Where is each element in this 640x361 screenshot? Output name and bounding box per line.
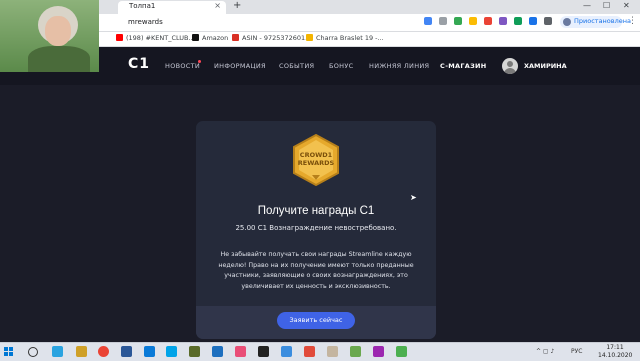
app-icon[interactable] <box>396 346 407 357</box>
app-icon[interactable] <box>373 346 384 357</box>
crowd1-rewards-badge-icon: CROWD1 REWARDS <box>292 133 340 187</box>
address-bar[interactable]: mrewards <box>128 18 163 26</box>
bookmark-star-icon[interactable] <box>439 17 447 25</box>
rewards-card: CROWD1 REWARDS Получите награды C1 25.00… <box>196 121 436 339</box>
tab-title: Толпа1 <box>129 2 156 10</box>
explorer-icon[interactable] <box>76 346 87 357</box>
minimize-button[interactable]: — <box>583 1 591 10</box>
profile-label: Приостановлена <box>574 17 632 25</box>
nav-item-news[interactable]: НОВОСТИ <box>165 62 200 70</box>
rewards-description: Не забывайте получать свои награды Strea… <box>218 251 414 290</box>
extension-icon[interactable] <box>499 17 507 25</box>
app-icon[interactable] <box>235 346 246 357</box>
windows-start-icon[interactable] <box>4 347 14 357</box>
app-icon[interactable] <box>189 346 200 357</box>
app-icon[interactable] <box>258 346 269 357</box>
webcam-overlay <box>0 0 99 72</box>
bookmark-item[interactable]: (198) #KENT_CLUB... <box>116 34 195 42</box>
avatar[interactable] <box>502 58 518 74</box>
nav-item-events[interactable]: СОБЫТИЯ <box>279 62 314 70</box>
tray-icons[interactable]: ^ ▢ ♪ <box>536 348 554 355</box>
mouse-cursor-icon: ➤ <box>410 193 417 202</box>
user-icon-body <box>504 68 516 74</box>
translate-icon[interactable] <box>424 17 432 25</box>
search-icon[interactable] <box>28 347 38 357</box>
clock-time: 17:11 <box>606 344 624 351</box>
browser-menu-icon[interactable]: ⋮ <box>628 16 637 26</box>
amazon-icon <box>192 34 199 41</box>
extension-icon[interactable] <box>514 17 522 25</box>
new-tab-button[interactable]: + <box>233 0 241 11</box>
language-indicator[interactable]: РУС <box>571 348 582 355</box>
taskbar: ^ ▢ ♪ РУС 17:11 14.10.2020 <box>0 342 640 361</box>
nav-item-bottom-line[interactable]: НИЖНЯЯ ЛИНИЯ <box>369 62 429 70</box>
app-icon[interactable] <box>304 346 315 357</box>
extension-icon[interactable] <box>469 17 477 25</box>
nav-item-info[interactable]: ИНФОРМАЦИЯ <box>214 62 266 70</box>
clock-date: 14.10.2020 <box>598 352 633 359</box>
bookmark-label: Amazon <box>202 34 229 42</box>
badge-line-1: CROWD1 <box>299 151 333 159</box>
app-icon[interactable] <box>350 346 361 357</box>
nav-item-c-shop[interactable]: C-МАГАЗИН <box>440 62 487 70</box>
user-icon <box>507 61 513 67</box>
telegram-icon[interactable] <box>52 346 63 357</box>
rewards-amount: 25.00 C1 Вознаграждение невостребовано. <box>235 224 397 232</box>
puzzle-icon[interactable] <box>544 17 552 25</box>
profile-avatar-icon <box>563 18 571 26</box>
username[interactable]: ХАМИРИНА <box>524 62 567 70</box>
gmail-icon <box>232 34 239 41</box>
webcam-person-body <box>28 46 90 72</box>
extension-icon[interactable] <box>454 17 462 25</box>
notification-dot <box>198 60 201 63</box>
extension-icon[interactable] <box>529 17 537 25</box>
app-icon[interactable] <box>327 346 338 357</box>
bookmark-label: ASIN - 9725372601... <box>242 34 312 42</box>
site-logo[interactable]: C1 <box>128 56 150 72</box>
app-icon[interactable] <box>281 346 292 357</box>
chrome-icon[interactable] <box>98 346 109 357</box>
webcam-person-face <box>45 16 71 46</box>
bookmark-label: (198) #KENT_CLUB... <box>126 34 195 42</box>
tab-close-icon[interactable]: × <box>214 1 221 10</box>
drive-icon <box>306 34 313 41</box>
youtube-icon <box>116 34 123 41</box>
maximize-button[interactable]: ☐ <box>603 1 610 10</box>
close-window-button[interactable]: ✕ <box>623 1 630 10</box>
app-icon[interactable] <box>212 346 223 357</box>
badge-line-2: REWARDS <box>297 159 335 167</box>
rewards-title: Получите награды C1 <box>257 205 375 217</box>
skype-icon[interactable] <box>166 346 177 357</box>
bookmark-label: Charra Braslet 19 -... <box>316 34 384 42</box>
bookmark-item[interactable]: Amazon <box>192 34 228 42</box>
claim-now-button[interactable]: Заявить сейчас <box>277 312 355 329</box>
bookmark-item[interactable]: ASIN - 9725372601... <box>232 34 311 42</box>
bookmark-item[interactable]: Charra Braslet 19 -... <box>306 34 384 42</box>
card-footer: Заявить сейчас <box>196 306 436 339</box>
browser-tab[interactable]: Толпа1 × <box>118 1 226 14</box>
nav-item-bonus[interactable]: БОНУС <box>329 62 353 70</box>
taskbar-clock[interactable]: 17:11 14.10.2020 <box>598 344 632 360</box>
profile-button[interactable]: Приостановлена <box>560 16 631 28</box>
extension-icon[interactable] <box>484 17 492 25</box>
word-icon[interactable] <box>121 346 132 357</box>
mail-icon[interactable] <box>144 346 155 357</box>
